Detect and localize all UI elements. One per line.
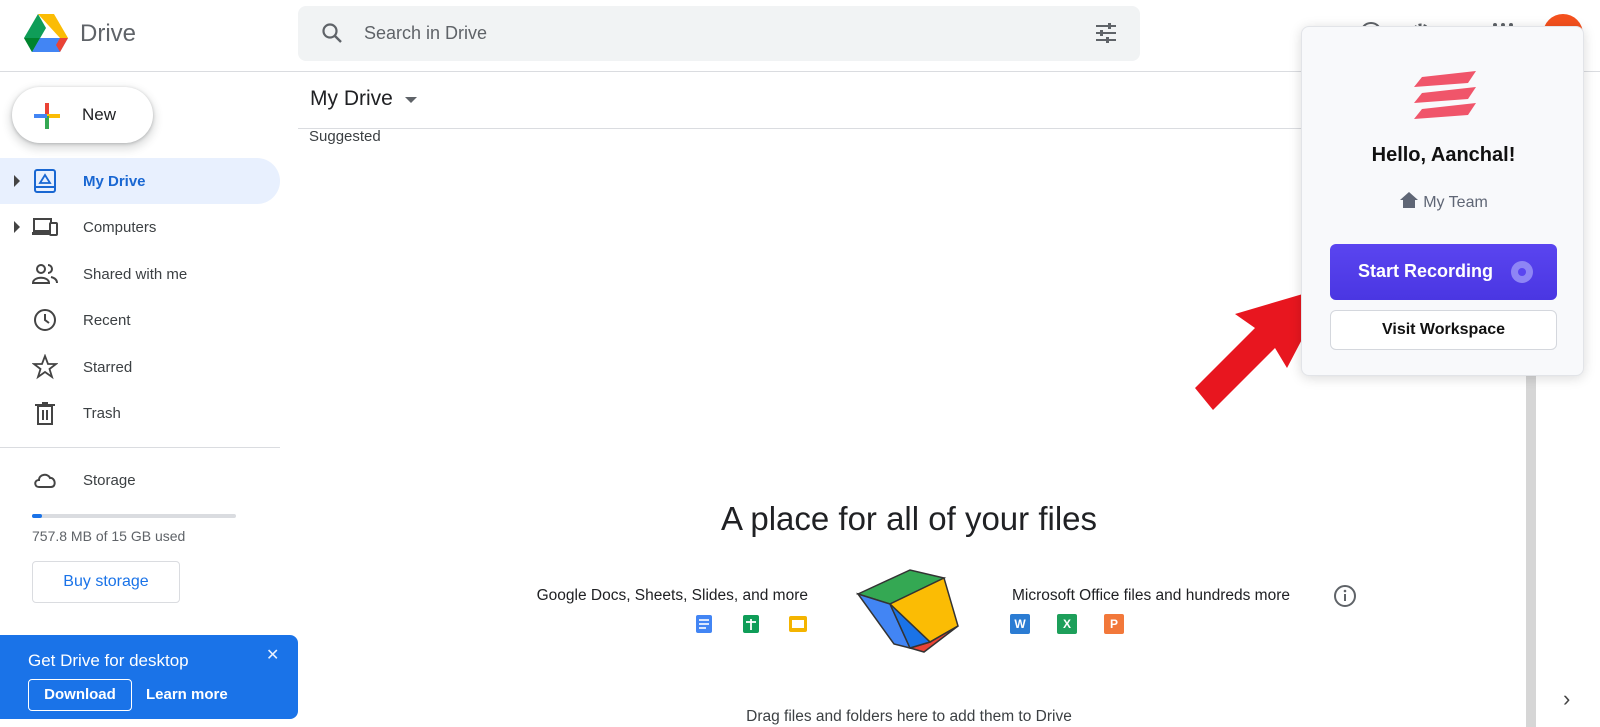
visit-workspace-button[interactable]: Visit Workspace [1330,310,1557,350]
sidebar-item-label: Trash [83,405,121,422]
office-files-text: Microsoft Office files and hundreds more [1012,587,1290,604]
computers-icon [32,218,58,236]
chevron-down-icon[interactable] [405,97,417,103]
record-icon [1511,261,1533,283]
search-input[interactable] [364,18,1044,48]
home-icon [1400,192,1419,208]
clock-icon [34,309,56,331]
team-label[interactable]: My Team [1302,191,1585,212]
expand-arrow-icon[interactable] [14,175,20,187]
sidebar-item-label: Shared with me [83,266,188,283]
chevron-right-icon[interactable]: › [1563,686,1570,712]
sidebar-item-label: My Drive [83,173,146,190]
start-recording-label: Start Recording [1358,261,1494,281]
star-icon [32,354,58,380]
sidebar-item-recent[interactable]: Recent [0,297,280,343]
buy-storage-button[interactable]: Buy storage [32,561,180,603]
plus-icon [34,103,60,129]
team-name: My Team [1423,194,1488,211]
my-drive-icon [34,169,56,193]
drive-files-illustration [855,569,959,653]
slides-icon [789,616,807,632]
trash-icon [35,402,55,425]
powerpoint-icon: P [1104,614,1124,634]
sidebar-item-label: Storage [83,472,136,489]
sidebar-item-computers[interactable]: Computers [0,204,280,250]
drive-logo-icon[interactable] [24,14,68,52]
search-bar[interactable] [298,6,1140,61]
sidebar-divider [0,447,280,448]
storage-progress-fill [32,514,43,518]
cloud-icon [34,473,56,488]
google-docs-text: Google Docs, Sheets, Slides, and more [536,587,808,604]
sidebar-item-my-drive[interactable]: My Drive [0,158,280,204]
recorder-extension-popup: Hello, Aanchal! My Team Start Recording … [1301,26,1584,376]
suggested-label: Suggested [309,128,381,145]
excel-icon: X [1057,614,1077,634]
sidebar-item-storage[interactable]: Storage [0,457,280,503]
start-recording-button[interactable]: Start Recording [1330,244,1557,300]
brand-name[interactable]: Drive [80,20,136,48]
sidebar-item-label: Computers [83,219,157,236]
close-icon[interactable]: ✕ [266,645,279,665]
sidebar-item-trash[interactable]: Trash [0,390,280,436]
storage-used-text: 757.8 MB of 15 GB used [32,528,186,544]
expand-arrow-icon[interactable] [14,221,20,233]
desktop-promo-title: Get Drive for desktop [28,651,189,670]
sidebar-item-shared[interactable]: Shared with me [0,251,280,297]
filter-options-icon[interactable] [1094,21,1118,45]
drag-drop-hint: Drag files and folders here to add them … [746,708,1072,725]
info-icon[interactable] [1333,584,1357,608]
sheets-icon [743,615,759,633]
download-button[interactable]: Download [28,679,132,711]
recorder-logo-icon [1414,71,1476,119]
shared-icon [32,264,58,284]
learn-more-link[interactable]: Learn more [146,686,228,703]
greeting-text: Hello, Aanchal! [1371,144,1516,166]
new-button[interactable]: New [12,87,153,143]
sidebar-item-label: Recent [83,312,131,329]
empty-state-title: A place for all of your files [720,500,1098,537]
sidebar-item-label: Starred [83,359,133,376]
page-title[interactable]: My Drive [310,87,393,111]
docs-icon [696,615,712,633]
search-icon[interactable] [320,21,344,45]
sidebar-item-starred[interactable]: Starred [0,344,280,390]
desktop-promo-banner: Get Drive for desktop ✕ Download Learn m… [0,635,298,719]
new-button-label: New [82,105,117,124]
storage-progress-bar [32,514,236,518]
word-icon: W [1010,614,1030,634]
